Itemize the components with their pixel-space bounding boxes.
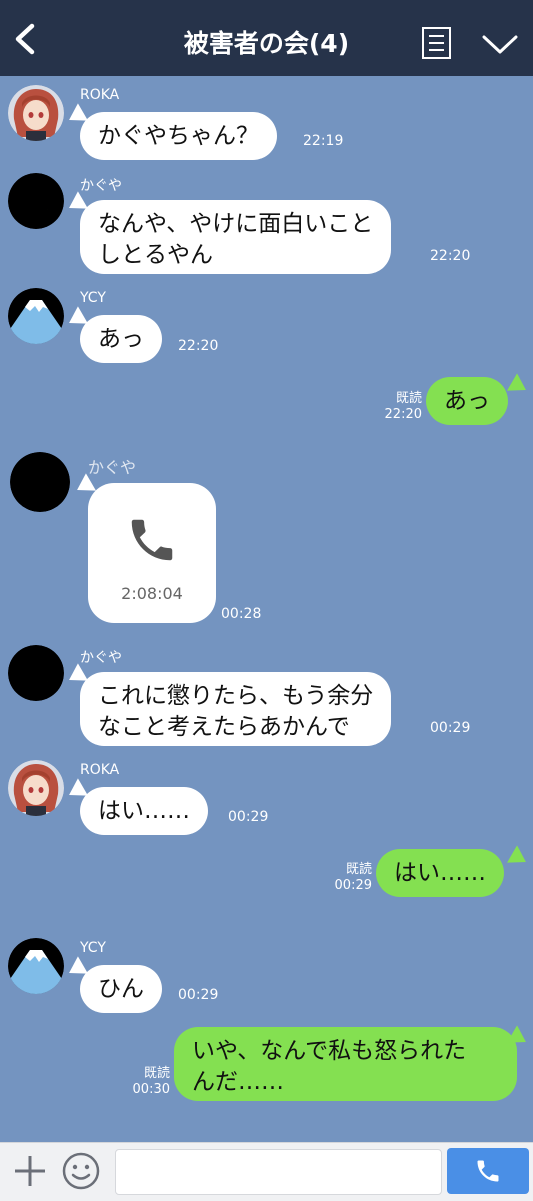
chat-title: 被害者の会(4) [183,29,350,58]
avatar-ycy[interactable] [8,288,64,344]
avatar-roka[interactable] [8,760,64,816]
sender-name: ROKA [80,762,120,778]
message-time: 00:29 [228,809,269,825]
message-bubble[interactable]: なんや、やけに面白いこと しとるやん [80,200,392,274]
avatar-roka[interactable] [8,85,64,141]
chat-header: 被害者の会(4) [0,0,533,76]
message-input[interactable] [115,1149,442,1195]
sender-name: かぐや [80,650,122,666]
message-time: 22:20 [430,248,471,264]
read-label: 既読 [395,391,422,406]
input-bar [0,1142,533,1201]
message-bubble[interactable]: かぐやちゃん？ [80,112,277,160]
message-bubble-sent[interactable]: はい…… [376,849,504,897]
message-time: 00:29 [334,878,372,893]
call-button[interactable] [447,1148,529,1194]
read-receipt: 既読 22:20 [372,391,422,423]
message-bubble[interactable]: あっ [80,315,162,363]
read-receipt: 既読 00:30 [118,1066,170,1098]
sender-name: ROKA [80,87,120,103]
call-card[interactable]: 2:08:04 [88,483,216,623]
phone-icon [477,1160,499,1182]
avatar-kaguya[interactable] [8,173,64,229]
sender-name: YCY [80,290,106,306]
sender-name: かぐや [80,178,122,194]
message-list[interactable]: ROKA かぐやちゃん？ 22:19 かぐや なんや、やけに面白いこと しとるや… [0,76,533,1142]
phone-icon [131,519,173,561]
plus-icon[interactable] [12,1153,48,1189]
avatar-kaguya[interactable] [10,452,70,512]
call-duration: 2:08:04 [121,584,183,603]
message-time: 00:29 [178,987,219,1003]
message-time: 00:28 [221,606,262,622]
message-time: 22:20 [178,338,219,354]
message-bubble[interactable]: はい…… [80,787,208,835]
message-time: 00:30 [132,1082,170,1097]
chevron-down-icon[interactable] [482,34,518,56]
message-bubble[interactable]: ひん [80,965,162,1013]
message-bubble[interactable]: これに懲りたら、もう余分 なこと考えたらあかんで [80,672,392,746]
message-bubble-sent[interactable]: いや、なんで私も怒られた んだ…… [174,1027,517,1101]
sender-name: かぐや [88,458,137,477]
message-time: 22:20 [384,407,422,422]
message-bubble-sent[interactable]: あっ [426,377,508,425]
message-time: 00:29 [430,720,471,736]
avatar-kaguya[interactable] [8,645,64,701]
sender-name: YCY [80,940,106,956]
bubble-tail [507,373,531,399]
bubble-tail [507,845,531,871]
read-label: 既読 [143,1066,170,1081]
avatar-ycy[interactable] [8,938,64,994]
read-label: 既読 [345,862,372,877]
read-receipt: 既読 00:29 [320,862,372,894]
smiley-icon[interactable] [61,1151,101,1191]
message-time: 22:19 [303,133,344,149]
list-icon[interactable] [421,26,452,60]
